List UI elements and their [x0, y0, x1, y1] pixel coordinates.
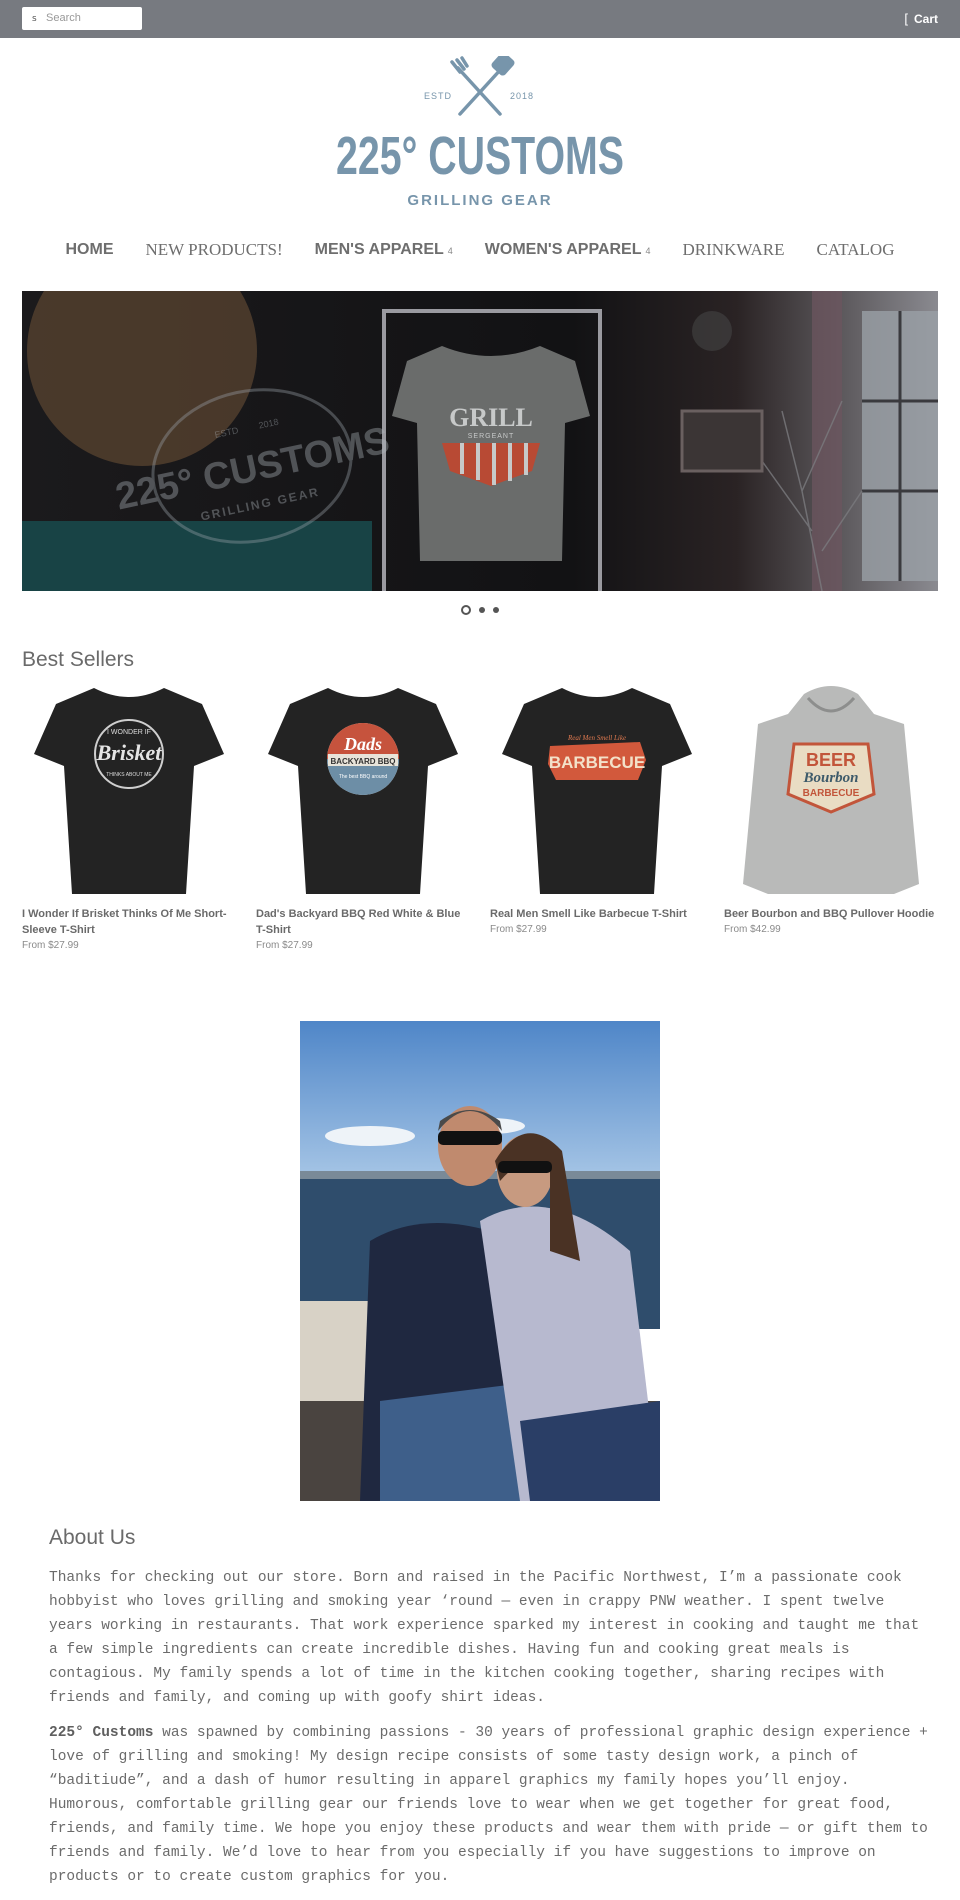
- product-price: From $27.99: [490, 924, 547, 935]
- search-icon[interactable]: s: [32, 14, 37, 24]
- slide-dot-3[interactable]: [493, 607, 499, 613]
- cart-link[interactable]: [ Cart: [904, 11, 938, 26]
- nav-mens-apparel[interactable]: MEN'S APPAREL 4: [315, 241, 453, 259]
- svg-text:Bourbon: Bourbon: [802, 770, 858, 786]
- slideshow-dots: [0, 604, 960, 616]
- product-card[interactable]: BEER Bourbon BARBECUE Beer Bourbon and B…: [724, 684, 938, 935]
- about-paragraph-1: Thanks for checking out our store. Born …: [49, 1570, 920, 1706]
- nav-home[interactable]: HOME: [66, 241, 114, 259]
- product-grid: I WONDER IF Brisket THINKS ABOUT ME I Wo…: [22, 684, 938, 964]
- svg-text:The best BBQ around: The best BBQ around: [339, 774, 388, 780]
- product-price: From $42.99: [724, 924, 781, 935]
- svg-text:THINKS ABOUT ME: THINKS ABOUT ME: [106, 772, 152, 778]
- about-brand-name: 225° Customs: [49, 1725, 154, 1741]
- spatula-fork-icon: [450, 56, 515, 116]
- top-bar: s [ Cart: [0, 0, 960, 38]
- couple-photo-image: [300, 1021, 660, 1501]
- svg-text:BEER: BEER: [806, 750, 856, 770]
- nav-catalog[interactable]: CATALOG: [817, 240, 895, 260]
- product-price: From $27.99: [256, 940, 313, 951]
- hero-slideshow[interactable]: GRILL SERGEANT ESTD 2018 225° CUSTOMS GR…: [22, 291, 938, 591]
- svg-text:BARBECUE: BARBECUE: [549, 753, 645, 772]
- about-title: About Us: [49, 1526, 136, 1549]
- product-image[interactable]: Dads BACKYARD BBQ The best BBQ around: [256, 684, 470, 898]
- product-name[interactable]: Beer Bourbon and BBQ Pullover Hoodie: [724, 906, 938, 922]
- hero-shirt-title: GRILL: [449, 403, 533, 432]
- product-image[interactable]: BEER Bourbon BARBECUE: [724, 684, 938, 898]
- search-box[interactable]: s: [22, 7, 142, 30]
- product-card[interactable]: Dads BACKYARD BBQ The best BBQ around Da…: [256, 684, 470, 951]
- cart-icon[interactable]: [: [904, 11, 908, 26]
- product-name[interactable]: Dad's Backyard BBQ Red White & Blue T-Sh…: [256, 906, 470, 938]
- svg-text:Brisket: Brisket: [96, 740, 163, 765]
- svg-text:Real Men Smell Like: Real Men Smell Like: [567, 734, 626, 742]
- logo-estd: ESTD: [424, 91, 452, 101]
- logo-year: 2018: [510, 91, 534, 101]
- product-price: From $27.99: [22, 940, 79, 951]
- slide-dot-2[interactable]: [479, 607, 485, 613]
- product-image[interactable]: I WONDER IF Brisket THINKS ABOUT ME: [22, 684, 236, 898]
- logo-tagline: GRILLING GEAR: [407, 192, 552, 209]
- about-photo: [300, 1021, 660, 1501]
- nav-drinkware[interactable]: DRINKWARE: [683, 240, 785, 260]
- svg-text:BARBECUE: BARBECUE: [803, 788, 860, 799]
- about-paragraph-2: 225° Customs was spawned by combining pa…: [49, 1725, 928, 1885]
- nav-womens-apparel[interactable]: WOMEN'S APPAREL 4: [485, 241, 651, 259]
- hero-shirt-subtitle: SERGEANT: [468, 433, 515, 440]
- product-name[interactable]: I Wonder If Brisket Thinks Of Me Short-S…: [22, 906, 236, 938]
- dropdown-caret-icon[interactable]: 4: [448, 246, 453, 256]
- svg-text:BACKYARD BBQ: BACKYARD BBQ: [330, 757, 395, 766]
- svg-text:Dads: Dads: [343, 734, 382, 754]
- site-logo[interactable]: ESTD 2018 225° CUSTOMS GRILLING GEAR: [330, 56, 630, 216]
- search-input[interactable]: [46, 9, 136, 27]
- dropdown-caret-icon[interactable]: 4: [646, 246, 651, 256]
- product-name[interactable]: Real Men Smell Like Barbecue T-Shirt: [490, 906, 704, 922]
- product-card[interactable]: I WONDER IF Brisket THINKS ABOUT ME I Wo…: [22, 684, 236, 951]
- best-sellers-title: Best Sellers: [22, 648, 135, 671]
- product-card[interactable]: Real Men Smell Like BARBECUE Real Men Sm…: [490, 684, 704, 935]
- svg-text:I WONDER IF: I WONDER IF: [107, 729, 151, 736]
- main-nav: HOME NEW PRODUCTS! MEN'S APPAREL 4 WOMEN'…: [0, 238, 960, 262]
- cart-label[interactable]: Cart: [914, 12, 938, 26]
- nav-new-products[interactable]: NEW PRODUCTS!: [146, 240, 283, 260]
- hero-image: GRILL SERGEANT ESTD 2018 225° CUSTOMS GR…: [22, 291, 938, 591]
- product-image[interactable]: Real Men Smell Like BARBECUE: [490, 684, 704, 898]
- logo-brand: 225° CUSTOMS: [336, 126, 624, 186]
- slide-dot-1[interactable]: [461, 605, 471, 615]
- about-text: Thanks for checking out our store. Born …: [49, 1566, 929, 1900]
